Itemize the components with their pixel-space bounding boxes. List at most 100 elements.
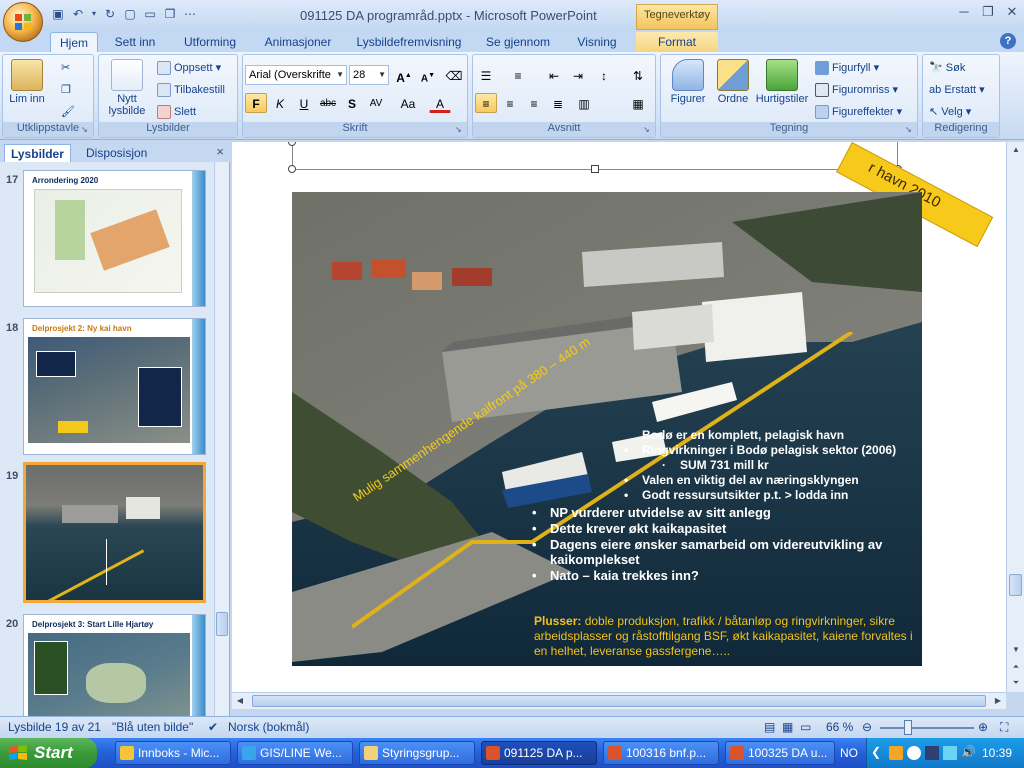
taskbar-item[interactable]: Styringsgrup... [359, 741, 475, 765]
grow-font-icon[interactable]: A▲ [393, 65, 415, 85]
customize-qat-icon[interactable]: ⋯ [182, 6, 198, 22]
tab-insert[interactable]: Sett inn [106, 32, 164, 52]
zoom-in-icon[interactable]: ⊕ [978, 720, 988, 734]
justify-icon[interactable]: ≣ [547, 93, 569, 113]
shape-effects-button[interactable]: Figureffekter ▾ [815, 103, 902, 121]
scroll-thumb[interactable] [1009, 574, 1022, 596]
taskbar-item[interactable]: Innboks - Mic... [115, 741, 231, 765]
prev-slide-icon[interactable]: ⏶ [1008, 659, 1024, 675]
save-icon[interactable]: ▣ [50, 6, 66, 22]
delete-button[interactable]: Slett [157, 103, 196, 121]
resize-handle[interactable] [288, 165, 296, 173]
tab-view[interactable]: Visning [566, 32, 628, 52]
restore-button[interactable]: ❐ [976, 4, 1000, 22]
tray-app-icon[interactable] [889, 746, 903, 760]
tray-expand-icon[interactable]: ❮ [871, 745, 881, 759]
redo-icon[interactable]: ↻ [102, 6, 118, 22]
new-slide-button[interactable]: Nytt lysbilde [103, 59, 151, 117]
slideshow-view-icon[interactable]: ▭ [800, 720, 811, 734]
scroll-thumb[interactable] [216, 612, 228, 636]
network-icon[interactable] [943, 746, 957, 760]
columns-icon[interactable]: ▥ [573, 93, 595, 113]
align-center-icon[interactable]: ≡ [499, 93, 521, 113]
slide-thumbnail-17[interactable]: Arrondering 2020 [23, 170, 206, 307]
horizontal-scrollbar[interactable]: ◀ ▶ [232, 692, 1006, 709]
italic-button[interactable]: K [269, 93, 291, 113]
strikethrough-button[interactable]: abc [317, 93, 339, 113]
arrange-button[interactable]: Ordne [713, 59, 753, 105]
smartart-icon[interactable]: ▦ [627, 93, 649, 113]
resize-handle[interactable] [591, 165, 599, 173]
align-left-icon[interactable]: ≡ [475, 93, 497, 113]
shapes-button[interactable]: Figurer [665, 59, 711, 105]
normal-view-icon[interactable]: ▤ [764, 720, 775, 734]
shrink-font-icon[interactable]: A▼ [417, 65, 439, 85]
tab-format[interactable]: Format [636, 32, 718, 52]
minimize-button[interactable]: ─ [952, 4, 976, 22]
reset-button[interactable]: Tilbakestill [157, 81, 225, 99]
scroll-left-icon[interactable]: ◀ [232, 693, 248, 709]
layout-button[interactable]: Oppsett ▾ [157, 59, 221, 77]
bold-button[interactable]: F [245, 93, 267, 113]
taskbar-item[interactable]: 100325 DA u... [725, 741, 835, 765]
shape-fill-button[interactable]: Figurfyll ▾ [815, 59, 879, 77]
font-launcher-icon[interactable]: ↘ [455, 125, 465, 135]
font-name-combo[interactable]: Arial (Overskrifte ▼ [245, 65, 347, 85]
change-case-button[interactable]: Aa [397, 93, 419, 113]
clipboard-launcher-icon[interactable]: ↘ [81, 125, 91, 135]
tab-slides[interactable]: Lysbilder [4, 144, 71, 162]
drawing-launcher-icon[interactable]: ↘ [905, 125, 915, 135]
select-button[interactable]: ↖ Velg ▾ [929, 103, 971, 121]
close-icon[interactable]: × [216, 144, 224, 159]
spacing-button[interactable]: AV [365, 93, 387, 113]
volume-icon[interactable]: 🔊 [961, 745, 976, 759]
cut-icon[interactable]: ✂ [61, 59, 70, 77]
fit-to-window-icon[interactable]: ⛶ [1000, 720, 1008, 735]
next-slide-icon[interactable]: ⏷ [1008, 675, 1024, 691]
office-button[interactable] [3, 2, 43, 42]
undo-dropdown-icon[interactable]: ▾ [90, 6, 98, 22]
taskbar-item-active[interactable]: 091125 DA p... [481, 741, 597, 765]
tray-app-icon[interactable] [925, 746, 939, 760]
scroll-down-icon[interactable]: ▼ [1008, 642, 1024, 658]
slide-bullets[interactable]: Bodø er en komplett, pelagisk havn • Ringv… [528, 428, 932, 583]
tab-slideshow[interactable]: Lysbildefremvisning [350, 32, 468, 52]
taskbar-item[interactable]: 100316 bnf.p... [603, 741, 719, 765]
plusser-text[interactable]: Plusser: doble produksjon, trafikk / båt… [534, 614, 926, 659]
slide-canvas[interactable]: r havn 2010 Mulig sammenhengende kaifron… [232, 142, 1006, 692]
bullets-icon[interactable]: ☰ [475, 65, 497, 85]
slide-sorter-icon[interactable]: ▦ [782, 720, 793, 734]
paste-button[interactable]: Lim inn [7, 59, 47, 105]
line-spacing-icon[interactable]: ↕ [593, 65, 615, 85]
help-icon[interactable]: ? [1000, 33, 1016, 49]
decrease-indent-icon[interactable]: ⇤ [543, 65, 565, 85]
quick-styles-button[interactable]: Hurtigstiler [753, 59, 811, 105]
find-button[interactable]: 🔭 Søk [929, 59, 965, 77]
scroll-thumb[interactable] [252, 695, 986, 707]
zoom-slider[interactable] [880, 727, 974, 729]
start-button[interactable]: Start [0, 738, 97, 768]
underline-button[interactable]: U [293, 93, 315, 113]
tray-app-icon[interactable] [907, 746, 921, 760]
taskbar-item[interactable]: GIS/LINE We... [237, 741, 353, 765]
new-icon[interactable]: ▢ [122, 6, 138, 22]
replace-button[interactable]: ab Erstatt ▾ [929, 81, 985, 99]
scroll-right-icon[interactable]: ▶ [990, 693, 1006, 709]
shape-outline-button[interactable]: Figuromriss ▾ [815, 81, 898, 99]
pane-scrollbar[interactable] [214, 162, 229, 716]
font-color-button[interactable]: A [429, 93, 451, 113]
slide-thumbnail-19[interactable] [23, 462, 206, 603]
input-language[interactable]: NO [840, 746, 858, 760]
spellcheck-icon[interactable]: ✔ [208, 720, 218, 734]
tab-review[interactable]: Se gjennom [478, 32, 558, 52]
increase-indent-icon[interactable]: ⇥ [567, 65, 589, 85]
close-button[interactable]: ✕ [1000, 4, 1024, 22]
tab-outline[interactable]: Disposisjon [80, 144, 153, 162]
zoom-slider-knob[interactable] [904, 720, 912, 735]
zoom-out-icon[interactable]: ⊖ [862, 720, 872, 734]
scroll-up-icon[interactable]: ▲ [1008, 142, 1024, 158]
open-icon[interactable]: ▭ [142, 6, 158, 22]
tab-home[interactable]: Hjem [50, 32, 98, 52]
shadow-button[interactable]: S [341, 93, 363, 113]
copy-icon[interactable]: ❐ [61, 81, 71, 99]
